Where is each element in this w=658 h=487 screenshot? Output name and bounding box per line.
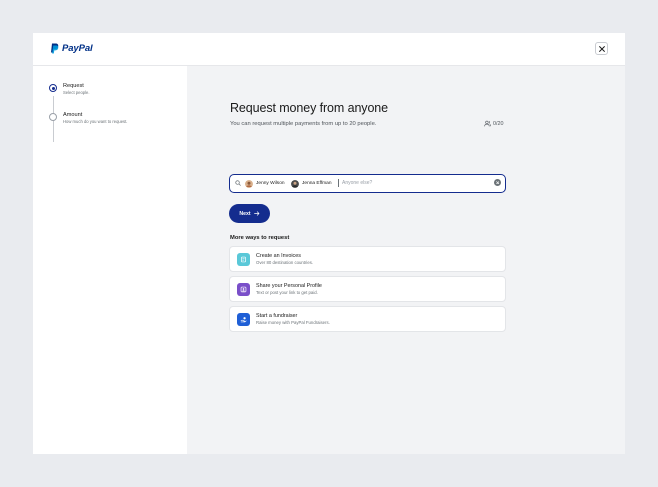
option-subtitle: Over 80 destination countries. <box>256 259 314 265</box>
recipient-chip[interactable]: Jenna Effman <box>291 178 332 189</box>
option-subtitle: Raise money with PayPal Fundraisers. <box>256 319 330 325</box>
fundraiser-icon <box>237 312 250 326</box>
next-button[interactable]: Next <box>229 204 270 223</box>
option-title: Create an Invoices <box>256 252 301 259</box>
text-cursor <box>338 179 339 187</box>
stepper-sidebar: Request Select people. Amount How much d… <box>33 66 187 454</box>
option-title: Share your Personal Profile <box>256 282 322 289</box>
step-pending-indicator <box>49 113 57 121</box>
option-create-invoice[interactable]: Create an Invoices Over 80 destination c… <box>229 246 506 272</box>
recipient-search-field[interactable]: Jenny Wilson Jenna Effman <box>229 174 506 193</box>
request-money-window: PayPal Request Select people. Amount How… <box>33 33 625 454</box>
step-amount[interactable]: Amount How much do you want to request. <box>49 112 127 125</box>
option-start-fundraiser[interactable]: Start a fundraiser Raise money with PayP… <box>229 306 506 332</box>
clear-icon <box>495 180 500 185</box>
paypal-logo: PayPal <box>50 43 93 54</box>
main-panel: Request money from anyone You can reques… <box>187 66 625 454</box>
recipient-chip[interactable]: Jenny Wilson <box>245 178 285 189</box>
search-icon <box>235 180 241 186</box>
clear-search-button[interactable] <box>494 179 501 186</box>
step-active-indicator <box>49 84 57 92</box>
step-subtitle: How much do you want to request. <box>63 119 128 124</box>
close-button[interactable] <box>595 42 608 55</box>
step-title: Request <box>63 83 84 89</box>
people-icon <box>484 120 491 127</box>
avatar <box>245 179 253 188</box>
step-title: Amount <box>63 112 83 118</box>
next-button-label: Next <box>239 210 251 217</box>
recipient-name: Jenna Effman <box>302 181 332 186</box>
page-title: Request money from anyone <box>230 101 389 115</box>
step-request[interactable]: Request Select people. <box>49 83 90 96</box>
option-share-profile[interactable]: Share your Personal Profile Text or post… <box>229 276 506 302</box>
invoice-icon <box>237 252 250 266</box>
avatar <box>291 179 299 188</box>
paypal-logo-icon <box>51 43 59 54</box>
option-subtitle: Text or post your link to get paid. <box>256 289 318 295</box>
close-icon <box>598 45 605 52</box>
counter-value: 0/20 <box>493 120 504 127</box>
recipient-counter: 0/20 <box>484 120 504 127</box>
recipient-search-input[interactable] <box>342 178 482 188</box>
more-ways-heading: More ways to request <box>230 235 290 241</box>
option-title: Start a fundraiser <box>256 312 298 319</box>
profile-icon <box>237 282 250 296</box>
brand-name: PayPal <box>62 43 93 54</box>
step-subtitle: Select people. <box>63 90 90 95</box>
arrow-right-icon <box>253 211 259 216</box>
page-subtitle: You can request multiple payments from u… <box>230 121 377 127</box>
header-bar: PayPal <box>33 33 625 66</box>
recipient-name: Jenny Wilson <box>256 181 285 186</box>
